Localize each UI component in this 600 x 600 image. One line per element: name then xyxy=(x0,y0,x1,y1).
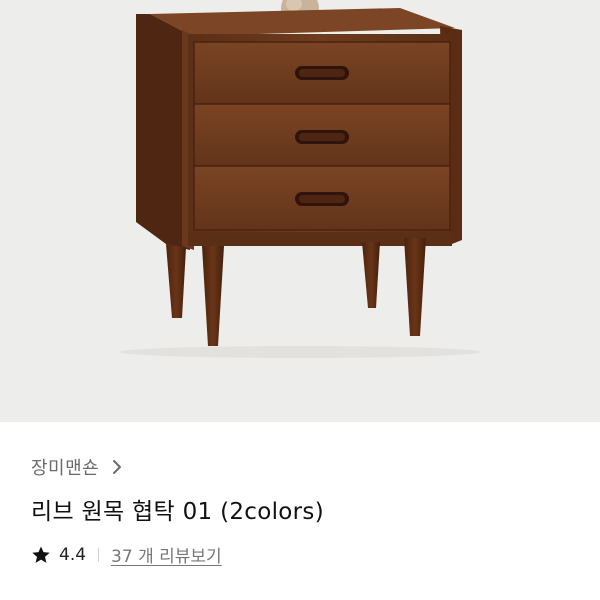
star-icon xyxy=(31,545,51,565)
reviews-link[interactable]: 37 개 리뷰보기 xyxy=(111,542,222,567)
chevron-right-icon xyxy=(111,459,123,475)
divider xyxy=(98,547,100,562)
brand-link[interactable]: 장미맨숀 xyxy=(31,454,123,480)
brand-name: 장미맨숀 xyxy=(31,458,100,479)
rating-row: 4.4 37 개 리뷰보기 xyxy=(31,542,222,567)
nightstand-photo xyxy=(120,0,480,358)
rating-value: 4.4 xyxy=(59,544,87,565)
product-title: 리브 원목 협탁 01 (2colors) xyxy=(31,499,324,525)
product-image xyxy=(0,0,600,422)
product-info: 장미맨숀 리브 원목 협탁 01 (2colors) 4.4 37 개 리뷰보기 xyxy=(0,422,600,600)
